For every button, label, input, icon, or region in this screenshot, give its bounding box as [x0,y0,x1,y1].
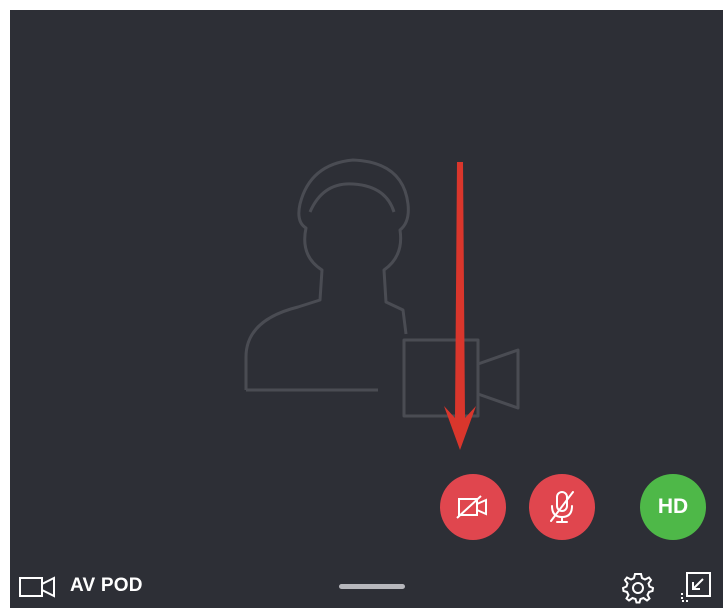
hd-label: HD [657,495,689,518]
microphone-toggle-button[interactable] [529,474,595,540]
annotation-arrow [444,162,476,450]
drag-handle[interactable] [339,584,405,589]
video-camera-off-icon [456,495,487,519]
gear-icon[interactable] [622,572,654,604]
microphone-off-icon [550,491,574,523]
video-camera-icon [19,576,55,598]
hd-toggle-button[interactable]: HD [640,474,706,540]
pod-title: AV POD [70,575,143,596]
pod-bottom-bar: AV POD [10,564,723,608]
av-pod-window: HD AV POD [10,10,723,608]
minimize-window-icon[interactable] [679,570,713,604]
user-placeholder-icon [244,158,520,418]
camera-toggle-button[interactable] [440,474,506,540]
